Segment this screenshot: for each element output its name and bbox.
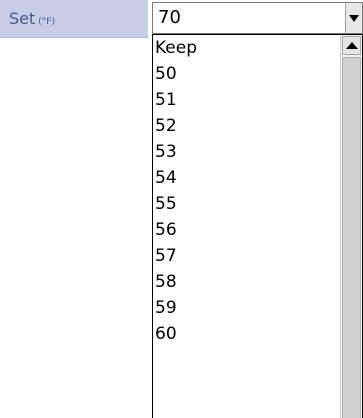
option-59[interactable]: 59 [153, 295, 362, 321]
option-56[interactable]: 56 [153, 217, 362, 243]
unit-label: (°F) [38, 17, 55, 27]
dropdown-scrollbar[interactable] [340, 35, 362, 418]
option-50[interactable]: 50 [153, 61, 362, 87]
set-label: Set (°F) [9, 9, 55, 28]
chevron-down-icon [349, 15, 359, 22]
selected-value: 70 [158, 7, 181, 28]
set-label-text: Set [9, 9, 36, 28]
scroll-up-arrow-icon [346, 42, 358, 49]
option-60[interactable]: 60 [153, 321, 362, 347]
temperature-setting: Set (°F) 70 Keep 50 51 52 53 54 55 56 57 … [0, 0, 363, 418]
option-53[interactable]: 53 [153, 139, 362, 165]
option-54[interactable]: 54 [153, 165, 362, 191]
option-58[interactable]: 58 [153, 269, 362, 295]
scroll-thumb[interactable] [342, 57, 361, 418]
set-label-cell: Set (°F) [0, 0, 148, 38]
option-52[interactable]: 52 [153, 113, 362, 139]
dropdown-list[interactable]: Keep 50 51 52 53 54 55 56 57 58 59 60 [152, 34, 363, 418]
option-57[interactable]: 57 [153, 243, 362, 269]
option-51[interactable]: 51 [153, 87, 362, 113]
temperature-select[interactable]: 70 [152, 2, 363, 34]
option-keep[interactable]: Keep [153, 35, 362, 61]
scroll-up-button[interactable] [342, 36, 361, 55]
option-55[interactable]: 55 [153, 191, 362, 217]
dropdown-toggle-button[interactable] [345, 3, 362, 33]
